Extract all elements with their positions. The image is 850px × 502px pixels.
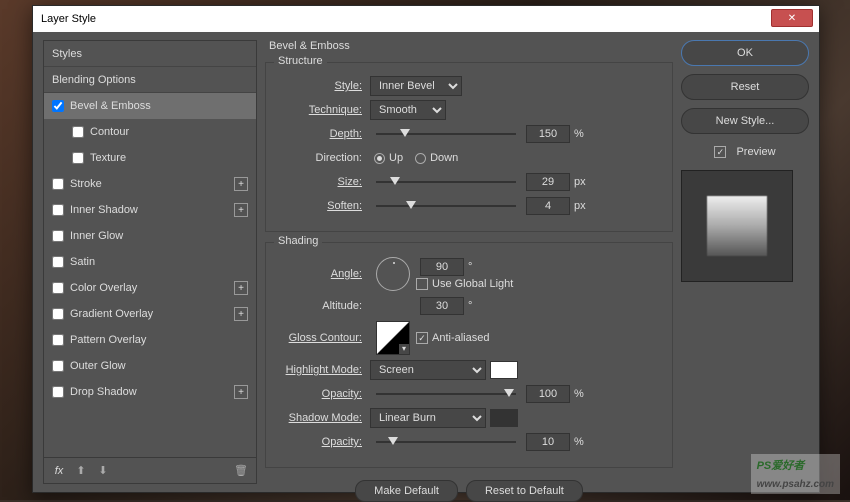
gloss-label: Gloss Contour: — [280, 332, 370, 344]
sidebar-item-texture[interactable]: Texture — [44, 145, 256, 171]
preview-checkbox[interactable] — [714, 146, 726, 158]
highlight-color-swatch[interactable] — [490, 361, 518, 379]
arrow-up-icon[interactable]: ⬆ — [74, 464, 88, 478]
shadow-opacity-label: Opacity: — [280, 436, 370, 448]
style-label: Style: — [280, 80, 370, 92]
inner-glow-checkbox[interactable] — [52, 230, 64, 242]
arrow-down-icon[interactable]: ⬇ — [96, 464, 110, 478]
depth-slider[interactable] — [376, 127, 516, 141]
shadow-opacity-slider[interactable] — [376, 435, 516, 449]
watermark: PS爱好者 www.psahz.com — [751, 454, 840, 494]
chevron-down-icon[interactable]: ▾ — [399, 344, 409, 354]
pattern-overlay-checkbox[interactable] — [52, 334, 64, 346]
color-overlay-checkbox[interactable] — [52, 282, 64, 294]
sidebar-item-stroke[interactable]: Stroke+ — [44, 171, 256, 197]
contour-checkbox[interactable] — [72, 126, 84, 138]
sidebar-item-pattern-overlay[interactable]: Pattern Overlay — [44, 327, 256, 353]
texture-checkbox[interactable] — [72, 152, 84, 164]
sidebar-item-drop-shadow[interactable]: Drop Shadow+ — [44, 379, 256, 405]
drop-shadow-checkbox[interactable] — [52, 386, 64, 398]
panel-title: Bevel & Emboss — [269, 40, 673, 52]
gloss-contour-picker[interactable]: ▾ — [376, 321, 410, 355]
altitude-label: Altitude: — [280, 300, 370, 312]
soften-value[interactable]: 4 — [526, 197, 570, 215]
right-column: OK Reset New Style... Preview — [681, 40, 809, 484]
sidebar-item-gradient-overlay[interactable]: Gradient Overlay+ — [44, 301, 256, 327]
shadow-mode-label: Shadow Mode: — [280, 412, 370, 424]
soften-slider[interactable] — [376, 199, 516, 213]
depth-label: Depth: — [280, 128, 370, 140]
style-select[interactable]: Inner Bevel — [370, 76, 462, 96]
styles-sidebar: Styles Blending Options Bevel & Emboss C… — [43, 40, 257, 484]
direction-down-radio[interactable] — [415, 153, 426, 164]
ok-button[interactable]: OK — [681, 40, 809, 66]
layer-style-dialog: Layer Style ✕ Styles Blending Options Be… — [32, 5, 820, 493]
stroke-checkbox[interactable] — [52, 178, 64, 190]
fx-icon[interactable]: fx — [52, 464, 66, 478]
structure-title: Structure — [274, 55, 327, 67]
global-light-checkbox[interactable] — [416, 278, 428, 290]
sidebar-item-satin[interactable]: Satin — [44, 249, 256, 275]
sidebar-item-outer-glow[interactable]: Outer Glow — [44, 353, 256, 379]
size-value[interactable]: 29 — [526, 173, 570, 191]
make-default-button[interactable]: Make Default — [355, 480, 458, 502]
shadow-mode-select[interactable]: Linear Burn — [370, 408, 486, 428]
add-icon[interactable]: + — [234, 203, 248, 217]
shading-group: Shading Angle:90°Use Global Light Altitu… — [265, 242, 673, 468]
sidebar-item-color-overlay[interactable]: Color Overlay+ — [44, 275, 256, 301]
titlebar: Layer Style ✕ — [33, 6, 819, 32]
soften-label: Soften: — [280, 200, 370, 212]
add-icon[interactable]: + — [234, 307, 248, 321]
reset-default-button[interactable]: Reset to Default — [466, 480, 583, 502]
shadow-color-swatch[interactable] — [490, 409, 518, 427]
direction-label: Direction: — [280, 152, 370, 164]
highlight-mode-select[interactable]: Screen — [370, 360, 486, 380]
depth-value[interactable]: 150 — [526, 125, 570, 143]
sidebar-item-bevel[interactable]: Bevel & Emboss — [44, 93, 256, 119]
close-button[interactable]: ✕ — [771, 9, 813, 27]
size-label: Size: — [280, 176, 370, 188]
angle-label: Angle: — [280, 268, 370, 280]
shading-title: Shading — [274, 235, 322, 247]
altitude-value[interactable]: 30 — [420, 297, 464, 315]
new-style-button[interactable]: New Style... — [681, 108, 809, 134]
satin-checkbox[interactable] — [52, 256, 64, 268]
sidebar-footer: fx ⬆ ⬇ 🗑 — [43, 458, 257, 484]
angle-dial[interactable] — [376, 257, 410, 291]
size-slider[interactable] — [376, 175, 516, 189]
sidebar-item-blending[interactable]: Blending Options — [44, 67, 256, 93]
technique-label: Technique: — [280, 104, 370, 116]
preview-box — [681, 170, 793, 282]
add-icon[interactable]: + — [234, 281, 248, 295]
outer-glow-checkbox[interactable] — [52, 360, 64, 372]
window-title: Layer Style — [41, 13, 96, 25]
add-icon[interactable]: + — [234, 385, 248, 399]
antialiased-checkbox[interactable] — [416, 332, 428, 344]
sidebar-item-styles[interactable]: Styles — [44, 41, 256, 67]
bevel-checkbox[interactable] — [52, 100, 64, 112]
highlight-opacity-slider[interactable] — [376, 387, 516, 401]
sidebar-item-inner-shadow[interactable]: Inner Shadow+ — [44, 197, 256, 223]
trash-icon[interactable]: 🗑 — [234, 464, 248, 478]
sidebar-item-inner-glow[interactable]: Inner Glow — [44, 223, 256, 249]
gradient-overlay-checkbox[interactable] — [52, 308, 64, 320]
add-icon[interactable]: + — [234, 177, 248, 191]
sidebar-item-contour[interactable]: Contour — [44, 119, 256, 145]
styles-list: Styles Blending Options Bevel & Emboss C… — [43, 40, 257, 458]
angle-value[interactable]: 90 — [420, 258, 464, 276]
structure-group: Structure Style:Inner Bevel Technique:Sm… — [265, 62, 673, 232]
highlight-opacity-value[interactable]: 100 — [526, 385, 570, 403]
highlight-opacity-label: Opacity: — [280, 388, 370, 400]
highlight-mode-label: Highlight Mode: — [280, 364, 370, 376]
main-panel: Bevel & Emboss Structure Style:Inner Bev… — [265, 40, 673, 484]
preview-swatch — [707, 196, 767, 256]
inner-shadow-checkbox[interactable] — [52, 204, 64, 216]
reset-button[interactable]: Reset — [681, 74, 809, 100]
direction-up-radio[interactable] — [374, 153, 385, 164]
technique-select[interactable]: Smooth — [370, 100, 446, 120]
shadow-opacity-value[interactable]: 10 — [526, 433, 570, 451]
